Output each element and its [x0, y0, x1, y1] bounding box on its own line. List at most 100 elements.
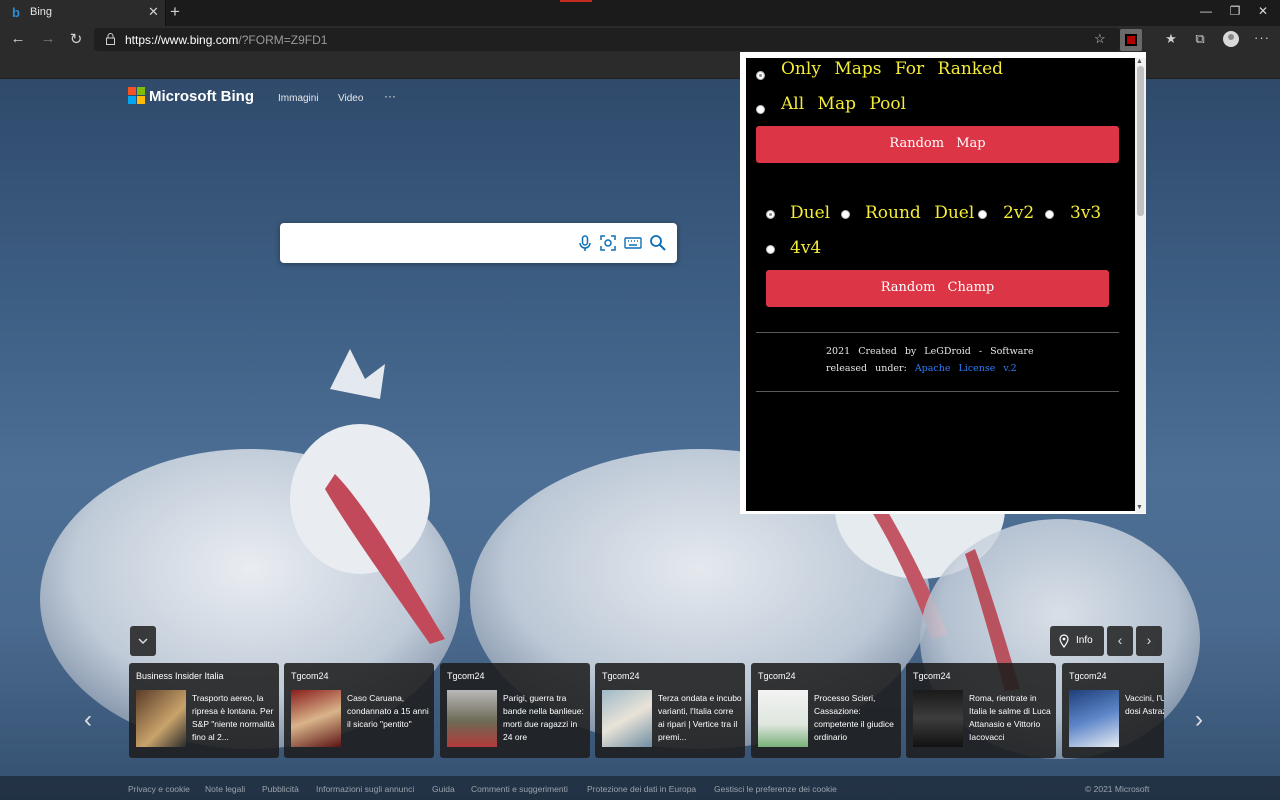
radio-2v2[interactable]	[978, 210, 987, 219]
nav-video[interactable]: Video	[338, 93, 363, 104]
news-source: Tgcom24	[447, 671, 485, 681]
news-thumbnail	[758, 690, 808, 747]
info-button[interactable]: Info	[1050, 626, 1104, 656]
tab-title: Bing	[30, 6, 53, 18]
news-headline: Caso Caruana, condannato a 15 anni il si…	[347, 693, 429, 729]
collections-icon[interactable]: ⧉	[1191, 31, 1209, 47]
back-button[interactable]: ←	[9, 30, 27, 47]
next-image-button[interactable]: ›	[1136, 626, 1162, 656]
footer-link-feedback[interactable]: Commenti e suggerimenti	[471, 784, 568, 794]
previous-image-button[interactable]: ‹	[1107, 626, 1133, 656]
news-thumbnail	[1069, 690, 1119, 747]
news-source: Tgcom24	[758, 671, 796, 681]
collapse-news-button[interactable]	[130, 626, 156, 656]
news-card[interactable]: Tgcom24 Caso Caruana, condannato a 15 an…	[284, 663, 434, 758]
extension-icon[interactable]	[1120, 29, 1142, 51]
logo-square-yellow	[137, 96, 145, 104]
radio-only-maps-ranked[interactable]	[756, 71, 765, 80]
news-headline: Vaccini, l'U nuovo tag dosi Astraz	[1125, 693, 1164, 716]
scroll-thumb[interactable]	[1137, 66, 1144, 216]
tab-bar: b Bing ✕ + — ❐ ✕	[0, 0, 1280, 26]
chevron-right-icon: ›	[1146, 632, 1152, 648]
random-map-button[interactable]: Random Map	[756, 126, 1119, 163]
news-thumbnail	[291, 690, 341, 747]
footer-link-privacy[interactable]: Privacy e cookie	[128, 784, 190, 794]
option-duel: Duel	[790, 203, 831, 223]
nav-more[interactable]: ···	[384, 89, 396, 103]
favorites-icon[interactable]: ★	[1162, 31, 1180, 47]
keyboard-icon[interactable]	[624, 234, 642, 252]
logo-square-red	[128, 87, 136, 95]
news-carousel: Business Insider Italia Trasporto aereo,…	[129, 663, 1164, 758]
search-box[interactable]	[280, 223, 677, 263]
address-bar[interactable]: https://www.bing.com/?FORM=Z9FD1 ☆	[94, 28, 1120, 51]
option-all-map-pool: All Map Pool	[781, 94, 907, 114]
popup-scrollbar[interactable]: ▲ ▼	[1135, 58, 1146, 513]
license-link[interactable]: Apache License v.2	[915, 363, 1017, 374]
news-next-arrow[interactable]: ›	[1195, 706, 1203, 734]
news-headline: Terza ondata e incubo varianti, l'Italia…	[658, 693, 742, 742]
footer-link-legal[interactable]: Note legali	[205, 784, 245, 794]
nav-images[interactable]: Immagini	[278, 93, 319, 104]
search-icon[interactable]	[649, 234, 667, 252]
news-thumbnail	[136, 690, 186, 747]
radio-3v3[interactable]	[1045, 210, 1054, 219]
option-4v4: 4v4	[790, 238, 822, 258]
option-only-maps-ranked: Only Maps For Ranked	[781, 59, 1004, 79]
radio-all-map-pool[interactable]	[756, 105, 765, 114]
news-headline: Processo Scieri, Cassazione: competente …	[814, 693, 894, 742]
radio-round-duel[interactable]	[841, 210, 850, 219]
news-source: Tgcom24	[291, 671, 329, 681]
news-card[interactable]: Tgcom24 Terza ondata e incubo varianti, …	[595, 663, 745, 758]
address-toolbar: ← → ↻ https://www.bing.com/?FORM=Z9FD1 ☆…	[0, 26, 1280, 53]
footer-link-ads-info[interactable]: Informazioni sugli annunci	[316, 784, 414, 794]
url-main: https://www.bing.com	[125, 33, 239, 47]
lock-icon[interactable]	[106, 33, 115, 45]
url-tail: /?FORM=Z9FD1	[238, 33, 328, 47]
footer-link-cookie-prefs[interactable]: Gestisci le preferenze dei cookie	[714, 784, 837, 794]
news-card[interactable]: Business Insider Italia Trasporto aereo,…	[129, 663, 279, 758]
credits: 2021 Created by LeGDroid - Software rele…	[826, 343, 1066, 377]
minimize-button[interactable]: —	[1196, 4, 1216, 18]
location-pin-icon	[1059, 634, 1069, 648]
visual-search-icon[interactable]	[599, 234, 617, 252]
radio-4v4[interactable]	[766, 245, 775, 254]
divider	[756, 391, 1119, 392]
news-source: Tgcom24	[1069, 671, 1107, 681]
news-source: Tgcom24	[913, 671, 951, 681]
popup-content: Only Maps For Ranked All Map Pool Random…	[746, 58, 1135, 511]
news-card[interactable]: Tgcom24 Vaccini, l'U nuovo tag dosi Astr…	[1062, 663, 1164, 758]
news-prev-arrow[interactable]: ‹	[84, 706, 92, 734]
news-source: Tgcom24	[602, 671, 640, 681]
news-card[interactable]: Tgcom24 Processo Scieri, Cassazione: com…	[751, 663, 901, 758]
copyright: © 2021 Microsoft	[1085, 784, 1150, 794]
news-headline: Trasporto aereo, la ripresa è lontana. P…	[192, 693, 275, 742]
footer: Privacy e cookie Note legali Pubblicità …	[0, 776, 1280, 800]
close-window-button[interactable]: ✕	[1253, 4, 1273, 18]
divider	[756, 332, 1119, 333]
settings-menu-icon[interactable]: ···	[1254, 30, 1270, 45]
microphone-icon[interactable]	[576, 234, 594, 252]
credit-line: 2021 Created by LeGDroid - Software	[826, 346, 1034, 357]
scroll-up-icon[interactable]: ▲	[1136, 58, 1143, 65]
news-card[interactable]: Tgcom24 Parigi, guerra tra bande nella b…	[440, 663, 590, 758]
new-tab-button[interactable]: +	[170, 2, 180, 22]
scroll-down-icon[interactable]: ▼	[1136, 504, 1143, 511]
profile-avatar[interactable]	[1223, 31, 1239, 47]
add-favorite-icon[interactable]: ☆	[1094, 31, 1106, 47]
bing-favicon-icon: b	[12, 5, 20, 20]
footer-link-help[interactable]: Guida	[432, 784, 455, 794]
recording-indicator	[560, 0, 592, 2]
news-card[interactable]: Tgcom24 Roma, rientrate in Italia le sal…	[906, 663, 1056, 758]
refresh-button[interactable]: ↻	[67, 30, 85, 48]
logo-square-blue	[128, 96, 136, 104]
footer-link-advertising[interactable]: Pubblicità	[262, 784, 299, 794]
news-thumbnail	[602, 690, 652, 747]
forward-button[interactable]: →	[39, 30, 57, 47]
random-champ-button[interactable]: Random Champ	[766, 270, 1109, 307]
restore-button[interactable]: ❐	[1225, 4, 1245, 18]
tab-bing[interactable]: b Bing ✕	[0, 0, 166, 26]
footer-link-data-protection[interactable]: Protezione dei dati in Europa	[587, 784, 696, 794]
radio-duel[interactable]	[766, 210, 775, 219]
close-tab-icon[interactable]: ✕	[148, 4, 159, 20]
